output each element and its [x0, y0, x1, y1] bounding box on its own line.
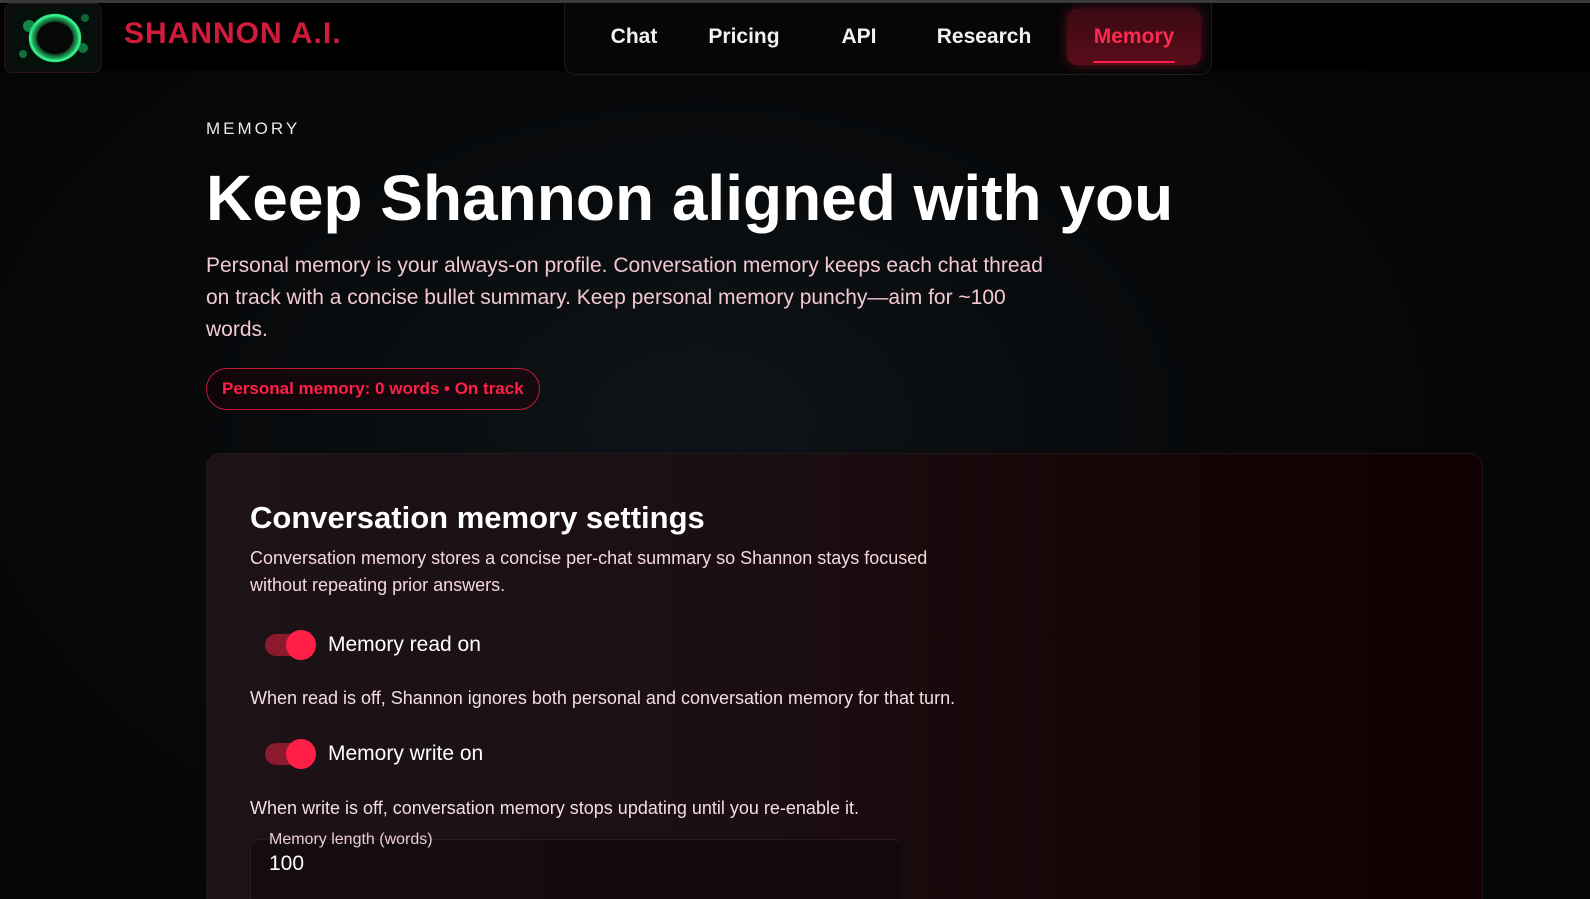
memory-write-label: Memory write on — [328, 742, 484, 765]
memory-length-field: Memory length (words) — [250, 831, 901, 899]
nav-item-research[interactable]: Research — [921, 9, 1047, 65]
memory-length-label: Memory length (words) — [269, 831, 433, 848]
toggle-knob — [286, 739, 316, 769]
main-nav: Chat Pricing API Research Memory — [564, 3, 1212, 75]
memory-write-row: Memory write on — [265, 739, 483, 769]
card-description: Conversation memory stores a concise per… — [250, 548, 928, 595]
conversation-memory-settings-card: Conversation memory settings Conversatio… — [206, 453, 1483, 899]
page-title: Keep Shannon aligned with you — [206, 162, 1174, 234]
memory-read-toggle[interactable] — [265, 630, 316, 660]
logo-button[interactable] — [4, 3, 102, 73]
memory-read-row: Memory read on — [265, 630, 481, 660]
memory-length-input[interactable] — [269, 852, 869, 876]
page: SHANNON A.I. Chat Pricing API Research M… — [0, 0, 1590, 899]
memory-read-help: When read is off, Shannon ignores both p… — [250, 688, 956, 708]
memory-write-help: When write is off, conversation memory s… — [250, 798, 859, 818]
nav-item-chat[interactable]: Chat — [587, 9, 681, 65]
top-bar: SHANNON A.I. Chat Pricing API Research M… — [0, 3, 1590, 75]
personal-memory-status-badge: Personal memory: 0 words • On track — [206, 368, 540, 410]
toggle-knob — [286, 630, 316, 660]
card-title: Conversation memory settings — [250, 500, 705, 535]
memory-read-label: Memory read on — [328, 633, 481, 656]
page-description: Personal memory is your always-on profil… — [206, 254, 1043, 341]
section-eyebrow: MEMORY — [206, 119, 301, 138]
memory-write-toggle[interactable] — [265, 739, 316, 769]
nav-item-api[interactable]: API — [821, 9, 897, 65]
green-orb-logo-icon — [15, 8, 93, 66]
nav-item-memory[interactable]: Memory — [1067, 9, 1201, 65]
brand-name: SHANNON A.I. — [124, 17, 342, 50]
nav-item-pricing[interactable]: Pricing — [692, 9, 796, 65]
